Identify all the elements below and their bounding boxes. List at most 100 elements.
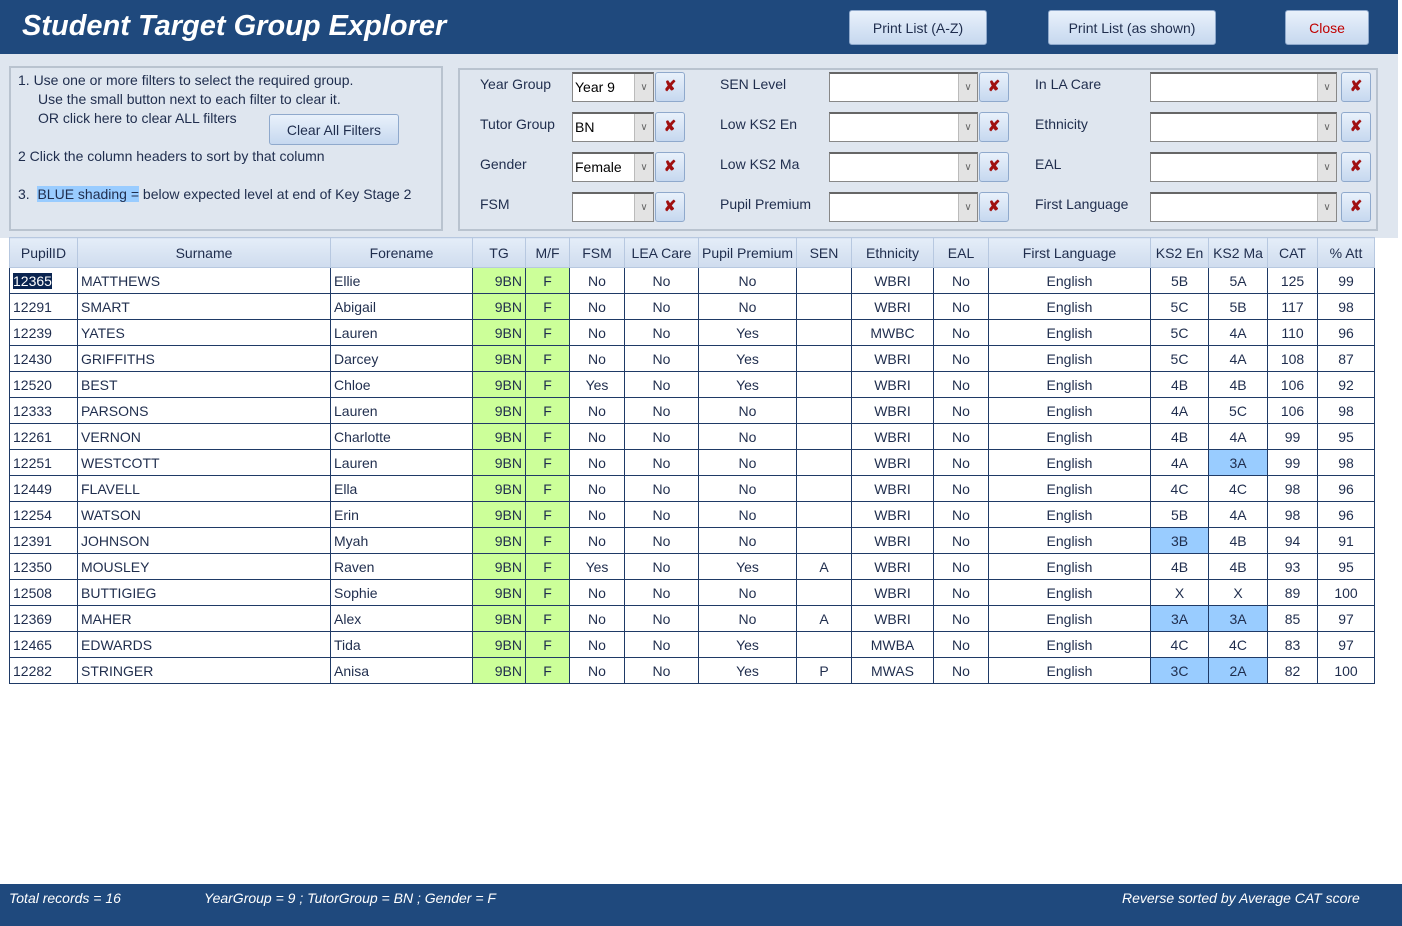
cell-forename[interactable]: Lauren [330,397,473,424]
cell-sen[interactable] [796,319,852,346]
table-row[interactable]: 12369 MAHER Alex 9BN F No No No A WBRI No English 3A… [9,605,1375,632]
cell-forename[interactable]: Erin [330,501,473,528]
cell--att[interactable]: 92 [1317,371,1375,398]
chevron-down-icon[interactable]: ∨ [958,74,977,101]
cell-surname[interactable]: WATSON [77,501,331,528]
clear-year-group-filter-button[interactable]: ✘ [655,72,685,102]
cell-lea-care[interactable]: No [624,319,699,346]
cell-pupilid[interactable]: 12251 [9,449,78,476]
cell-forename[interactable]: Darcey [330,345,473,372]
cell-sen[interactable] [796,579,852,606]
cell-cat[interactable]: 98 [1267,475,1318,502]
cell-ks2-ma[interactable]: 4A [1208,501,1268,528]
cell-ks2-en[interactable]: 4B [1150,553,1209,580]
cell-tg[interactable]: 9BN [472,501,526,528]
cell-forename[interactable]: Ella [330,475,473,502]
cell-sen[interactable] [796,345,852,372]
cell-sen[interactable] [796,267,852,294]
in-la-care-combo[interactable]: ∨ [1150,72,1337,102]
cell-pupilid[interactable]: 12282 [9,657,78,684]
clear-low-ks2-en-filter-button[interactable]: ✘ [979,112,1009,142]
cell-fsm[interactable]: No [569,475,625,502]
cell-ks2-en[interactable]: 4B [1150,423,1209,450]
cell-surname[interactable]: JOHNSON [77,527,331,554]
cell-cat[interactable]: 82 [1267,657,1318,684]
cell-ks2-ma[interactable]: 5B [1208,293,1268,320]
cell-first-language[interactable]: English [988,267,1151,294]
chevron-down-icon[interactable]: ∨ [958,114,977,141]
cell--att[interactable]: 96 [1317,501,1375,528]
cell-lea-care[interactable]: No [624,501,699,528]
cell-sen[interactable] [796,397,852,424]
cell-ks2-en[interactable]: 4B [1150,371,1209,398]
clear-all-filters-button[interactable]: Clear All Filters [269,114,399,145]
cell-ks2-en[interactable]: 4C [1150,631,1209,658]
chevron-down-icon[interactable]: ∨ [634,114,653,141]
table-row[interactable]: 12520 BEST Chloe 9BN F Yes No Yes WBRI No English 4… [9,371,1375,398]
cell-sen[interactable] [796,371,852,398]
cell-eal[interactable]: No [933,319,989,346]
cell-first-language[interactable]: English [988,657,1151,684]
cell-m-f[interactable]: F [525,501,570,528]
cell-m-f[interactable]: F [525,293,570,320]
cell-cat[interactable]: 98 [1267,501,1318,528]
cell-first-language[interactable]: English [988,553,1151,580]
cell-m-f[interactable]: F [525,527,570,554]
cell-pupilid[interactable]: 12261 [9,423,78,450]
cell-ethnicity[interactable]: WBRI [851,605,934,632]
cell-ks2-ma[interactable]: 4A [1208,319,1268,346]
cell-eal[interactable]: No [933,631,989,658]
cell-first-language[interactable]: English [988,501,1151,528]
cell-eal[interactable]: No [933,397,989,424]
cell-forename[interactable]: Sophie [330,579,473,606]
table-row[interactable]: 12350 MOUSLEY Raven 9BN F Yes No Yes A WBRI No Engl… [9,553,1375,580]
cell-forename[interactable]: Anisa [330,657,473,684]
cell-surname[interactable]: MOUSLEY [77,553,331,580]
cell-pupil-premium[interactable]: Yes [698,553,797,580]
cell-lea-care[interactable]: No [624,657,699,684]
clear-ethnicity-filter-button[interactable]: ✘ [1341,112,1371,142]
cell-cat[interactable]: 94 [1267,527,1318,554]
cell-sen[interactable] [796,475,852,502]
table-row[interactable]: 12239 YATES Lauren 9BN F No No Yes MWBC No English… [9,319,1375,346]
cell-forename[interactable]: Myah [330,527,473,554]
cell--att[interactable]: 98 [1317,293,1375,320]
cell-first-language[interactable]: English [988,475,1151,502]
cell-lea-care[interactable]: No [624,397,699,424]
clear-in-la-care-filter-button[interactable]: ✘ [1341,72,1371,102]
cell-fsm[interactable]: No [569,579,625,606]
cell-forename[interactable]: Chloe [330,371,473,398]
column-header-forename[interactable]: Forename [330,237,473,268]
cell-pupilid[interactable]: 12520 [9,371,78,398]
cell-first-language[interactable]: English [988,293,1151,320]
cell-ks2-en[interactable]: 4A [1150,449,1209,476]
clear-eal-filter-button[interactable]: ✘ [1341,152,1371,182]
cell-lea-care[interactable]: No [624,475,699,502]
cell-ks2-ma[interactable]: 4C [1208,631,1268,658]
cell-ethnicity[interactable]: MWBA [851,631,934,658]
cell-lea-care[interactable]: No [624,423,699,450]
cell-ethnicity[interactable]: WBRI [851,501,934,528]
cell-surname[interactable]: GRIFFITHS [77,345,331,372]
cell-ks2-en[interactable]: 5C [1150,319,1209,346]
cell-eal[interactable]: No [933,553,989,580]
cell-tg[interactable]: 9BN [472,345,526,372]
cell-pupilid[interactable]: 12430 [9,345,78,372]
cell-ks2-ma[interactable]: 4B [1208,553,1268,580]
cell-forename[interactable]: Tida [330,631,473,658]
cell-fsm[interactable]: No [569,657,625,684]
cell-eal[interactable]: No [933,371,989,398]
cell-pupilid[interactable]: 12365 [9,267,78,294]
chevron-down-icon[interactable]: ∨ [1317,154,1336,181]
cell-eal[interactable]: No [933,267,989,294]
cell-sen[interactable] [796,631,852,658]
cell-ethnicity[interactable]: MWBC [851,319,934,346]
cell-ks2-ma[interactable]: 2A [1208,657,1268,684]
cell-forename[interactable]: Raven [330,553,473,580]
cell-pupilid[interactable]: 12291 [9,293,78,320]
cell-tg[interactable]: 9BN [472,293,526,320]
print-list-as-shown-button[interactable]: Print List (as shown) [1048,10,1216,45]
chevron-down-icon[interactable]: ∨ [634,74,653,101]
cell-first-language[interactable]: English [988,579,1151,606]
cell-cat[interactable]: 85 [1267,605,1318,632]
